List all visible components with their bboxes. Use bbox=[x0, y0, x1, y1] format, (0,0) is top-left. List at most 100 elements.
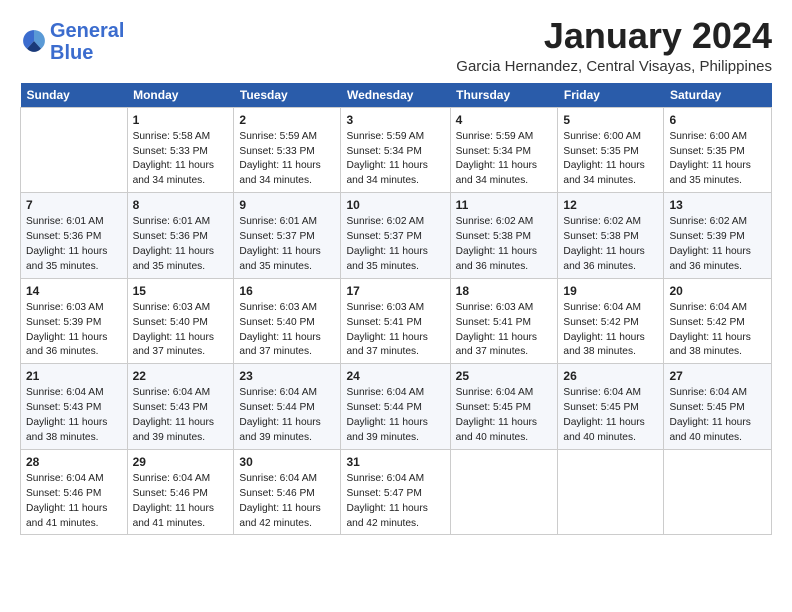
calendar-cell: 4 Sunrise: 5:59 AMSunset: 5:34 PMDaylight… bbox=[450, 107, 558, 193]
day-number: 22 bbox=[133, 368, 229, 384]
calendar-cell: 6 Sunrise: 6:00 AMSunset: 5:35 PMDaylight… bbox=[664, 107, 772, 193]
calendar-week-3: 14 Sunrise: 6:03 AMSunset: 5:39 PMDayligh… bbox=[21, 278, 772, 364]
day-info: Sunrise: 6:04 AMSunset: 5:44 PMDaylight:… bbox=[346, 387, 427, 443]
col-tuesday: Tuesday bbox=[234, 83, 341, 108]
month-title: January 2024 bbox=[456, 16, 772, 56]
calendar-header-row: Sunday Monday Tuesday Wednesday Thursday… bbox=[21, 83, 772, 108]
day-number: 6 bbox=[669, 112, 766, 128]
day-info: Sunrise: 6:03 AMSunset: 5:40 PMDaylight:… bbox=[239, 302, 320, 358]
day-info: Sunrise: 5:59 AMSunset: 5:34 PMDaylight:… bbox=[456, 131, 537, 187]
day-info: Sunrise: 6:04 AMSunset: 5:44 PMDaylight:… bbox=[239, 387, 320, 443]
day-info: Sunrise: 6:02 AMSunset: 5:39 PMDaylight:… bbox=[669, 216, 750, 272]
day-number: 20 bbox=[669, 283, 766, 299]
col-monday: Monday bbox=[127, 83, 234, 108]
calendar-cell: 26Sunrise: 6:04 AMSunset: 5:45 PMDayligh… bbox=[558, 364, 664, 450]
day-info: Sunrise: 6:03 AMSunset: 5:39 PMDaylight:… bbox=[26, 302, 107, 358]
calendar-cell: 9 Sunrise: 6:01 AMSunset: 5:37 PMDaylight… bbox=[234, 193, 341, 279]
day-info: Sunrise: 6:00 AMSunset: 5:35 PMDaylight:… bbox=[563, 131, 644, 187]
day-number: 8 bbox=[133, 197, 229, 213]
day-info: Sunrise: 6:04 AMSunset: 5:45 PMDaylight:… bbox=[456, 387, 537, 443]
col-thursday: Thursday bbox=[450, 83, 558, 108]
calendar-cell: 22 Sunrise: 6:04 AMSunset: 5:43 PMDayligh… bbox=[127, 364, 234, 450]
calendar-cell: 30Sunrise: 6:04 AMSunset: 5:46 PMDayligh… bbox=[234, 449, 341, 535]
day-number: 31 bbox=[346, 454, 444, 470]
day-number: 5 bbox=[563, 112, 658, 128]
calendar-week-5: 28Sunrise: 6:04 AMSunset: 5:46 PMDayligh… bbox=[21, 449, 772, 535]
logo-icon bbox=[20, 27, 48, 55]
calendar-cell bbox=[558, 449, 664, 535]
title-block: January 2024 Garcia Hernandez, Central V… bbox=[456, 16, 772, 75]
day-number: 16 bbox=[239, 283, 335, 299]
day-number: 27 bbox=[669, 368, 766, 384]
calendar-cell: 12Sunrise: 6:02 AMSunset: 5:38 PMDayligh… bbox=[558, 193, 664, 279]
day-number: 4 bbox=[456, 112, 553, 128]
day-number: 13 bbox=[669, 197, 766, 213]
calendar-cell: 1Sunrise: 5:58 AMSunset: 5:33 PMDaylight… bbox=[127, 107, 234, 193]
day-info: Sunrise: 6:01 AMSunset: 5:36 PMDaylight:… bbox=[133, 216, 214, 272]
day-info: Sunrise: 6:02 AMSunset: 5:38 PMDaylight:… bbox=[456, 216, 537, 272]
day-info: Sunrise: 6:04 AMSunset: 5:43 PMDaylight:… bbox=[26, 387, 107, 443]
calendar-cell: 24 Sunrise: 6:04 AMSunset: 5:44 PMDayligh… bbox=[341, 364, 450, 450]
calendar-cell: 23 Sunrise: 6:04 AMSunset: 5:44 PMDayligh… bbox=[234, 364, 341, 450]
calendar-cell: 29Sunrise: 6:04 AMSunset: 5:46 PMDayligh… bbox=[127, 449, 234, 535]
calendar-cell: 19 Sunrise: 6:04 AMSunset: 5:42 PMDayligh… bbox=[558, 278, 664, 364]
day-info: Sunrise: 6:01 AMSunset: 5:36 PMDaylight:… bbox=[26, 216, 107, 272]
col-saturday: Saturday bbox=[664, 83, 772, 108]
day-info: Sunrise: 6:00 AMSunset: 5:35 PMDaylight:… bbox=[669, 131, 750, 187]
day-number: 11 bbox=[456, 197, 553, 213]
day-number: 3 bbox=[346, 112, 444, 128]
logo-text: General Blue bbox=[50, 20, 124, 64]
day-info: Sunrise: 6:04 AMSunset: 5:46 PMDaylight:… bbox=[239, 473, 320, 529]
day-info: Sunrise: 6:03 AMSunset: 5:40 PMDaylight:… bbox=[133, 302, 214, 358]
day-info: Sunrise: 6:01 AMSunset: 5:37 PMDaylight:… bbox=[239, 216, 320, 272]
calendar-table: Sunday Monday Tuesday Wednesday Thursday… bbox=[20, 83, 772, 536]
calendar-week-2: 7 Sunrise: 6:01 AMSunset: 5:36 PMDaylight… bbox=[21, 193, 772, 279]
day-number: 21 bbox=[26, 368, 122, 384]
calendar-cell: 11 Sunrise: 6:02 AMSunset: 5:38 PMDayligh… bbox=[450, 193, 558, 279]
day-number: 18 bbox=[456, 283, 553, 299]
day-info: Sunrise: 6:04 AMSunset: 5:47 PMDaylight:… bbox=[346, 473, 427, 529]
day-info: Sunrise: 6:04 AMSunset: 5:46 PMDaylight:… bbox=[26, 473, 107, 529]
header: General Blue January 2024 Garcia Hernand… bbox=[20, 16, 772, 75]
day-info: Sunrise: 5:59 AMSunset: 5:33 PMDaylight:… bbox=[239, 131, 320, 187]
calendar-cell: 21 Sunrise: 6:04 AMSunset: 5:43 PMDayligh… bbox=[21, 364, 128, 450]
day-number: 24 bbox=[346, 368, 444, 384]
day-info: Sunrise: 6:03 AMSunset: 5:41 PMDaylight:… bbox=[456, 302, 537, 358]
day-info: Sunrise: 6:04 AMSunset: 5:46 PMDaylight:… bbox=[133, 473, 214, 529]
day-info: Sunrise: 6:03 AMSunset: 5:41 PMDaylight:… bbox=[346, 302, 427, 358]
calendar-cell bbox=[664, 449, 772, 535]
col-sunday: Sunday bbox=[21, 83, 128, 108]
calendar-cell: 8 Sunrise: 6:01 AMSunset: 5:36 PMDaylight… bbox=[127, 193, 234, 279]
day-number: 14 bbox=[26, 283, 122, 299]
day-number: 9 bbox=[239, 197, 335, 213]
day-info: Sunrise: 5:59 AMSunset: 5:34 PMDaylight:… bbox=[346, 131, 427, 187]
day-number: 23 bbox=[239, 368, 335, 384]
calendar-cell: 10Sunrise: 6:02 AMSunset: 5:37 PMDayligh… bbox=[341, 193, 450, 279]
day-info: Sunrise: 6:04 AMSunset: 5:42 PMDaylight:… bbox=[669, 302, 750, 358]
day-number: 2 bbox=[239, 112, 335, 128]
calendar-cell: 13 Sunrise: 6:02 AMSunset: 5:39 PMDayligh… bbox=[664, 193, 772, 279]
calendar-cell: 16 Sunrise: 6:03 AMSunset: 5:40 PMDayligh… bbox=[234, 278, 341, 364]
day-info: Sunrise: 6:02 AMSunset: 5:38 PMDaylight:… bbox=[563, 216, 644, 272]
calendar-week-4: 21 Sunrise: 6:04 AMSunset: 5:43 PMDayligh… bbox=[21, 364, 772, 450]
day-number: 19 bbox=[563, 283, 658, 299]
day-number: 10 bbox=[346, 197, 444, 213]
col-friday: Friday bbox=[558, 83, 664, 108]
calendar-cell: 3 Sunrise: 5:59 AMSunset: 5:34 PMDaylight… bbox=[341, 107, 450, 193]
calendar-cell: 18 Sunrise: 6:03 AMSunset: 5:41 PMDayligh… bbox=[450, 278, 558, 364]
day-number: 1 bbox=[133, 112, 229, 128]
day-number: 7 bbox=[26, 197, 122, 213]
logo: General Blue bbox=[20, 20, 124, 64]
day-number: 25 bbox=[456, 368, 553, 384]
calendar-cell: 7 Sunrise: 6:01 AMSunset: 5:36 PMDaylight… bbox=[21, 193, 128, 279]
day-info: Sunrise: 6:04 AMSunset: 5:42 PMDaylight:… bbox=[563, 302, 644, 358]
calendar-cell bbox=[450, 449, 558, 535]
logo-line2: Blue bbox=[50, 42, 93, 64]
calendar-cell: 5 Sunrise: 6:00 AMSunset: 5:35 PMDaylight… bbox=[558, 107, 664, 193]
calendar-cell: 31 Sunrise: 6:04 AMSunset: 5:47 PMDayligh… bbox=[341, 449, 450, 535]
day-info: Sunrise: 6:04 AMSunset: 5:45 PMDaylight:… bbox=[563, 387, 644, 443]
calendar-cell: 14 Sunrise: 6:03 AMSunset: 5:39 PMDayligh… bbox=[21, 278, 128, 364]
day-number: 15 bbox=[133, 283, 229, 299]
calendar-cell: 28Sunrise: 6:04 AMSunset: 5:46 PMDayligh… bbox=[21, 449, 128, 535]
day-info: Sunrise: 6:04 AMSunset: 5:43 PMDaylight:… bbox=[133, 387, 214, 443]
